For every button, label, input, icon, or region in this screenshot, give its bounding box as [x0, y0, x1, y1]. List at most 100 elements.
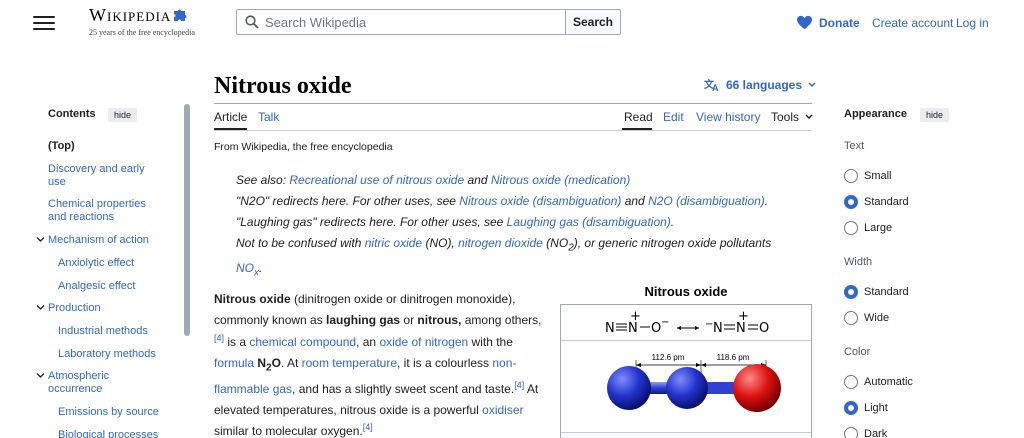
radio-text-small[interactable]: [844, 169, 858, 183]
tab-edit[interactable]: Edit: [663, 110, 684, 124]
hatnote-link[interactable]: Laughing gas (disambiguation): [507, 215, 671, 229]
article-link[interactable]: oxidiser: [482, 403, 523, 417]
infobox-structural-formula[interactable]: N N + O − − N N + O: [561, 305, 811, 341]
log-in-link[interactable]: Log in: [956, 16, 989, 30]
language-button[interactable]: 文A 66 languages: [704, 78, 816, 92]
radio-color-light[interactable]: [844, 401, 858, 415]
tab-read[interactable]: Read: [624, 110, 653, 124]
appearance-title: Appearance: [844, 108, 907, 120]
toc-item-top[interactable]: (Top): [48, 140, 75, 153]
infobox-ball-and-stick-model[interactable]: 112.6 pm 118.6 pm: [561, 342, 811, 432]
radio-text-large[interactable]: [844, 221, 858, 235]
radio-label: Wide: [864, 312, 890, 324]
hatnote-link[interactable]: Recreational use of nitrous oxide: [289, 173, 464, 187]
search-icon: [245, 15, 259, 29]
donate-link[interactable]: Donate: [796, 15, 860, 30]
reference-link[interactable]: [4]: [514, 380, 524, 390]
radio-color-dark[interactable]: [844, 427, 858, 438]
hamburger-icon: [33, 16, 55, 18]
toc-item-discovery[interactable]: Discovery and early use: [48, 163, 158, 189]
search-button[interactable]: Search: [565, 9, 621, 35]
radio-label: Small: [864, 170, 892, 182]
chevron-down-icon: [808, 82, 816, 88]
toc-hide-button[interactable]: hide: [108, 108, 138, 122]
article-link[interactable]: oxide of nitrogen: [379, 335, 468, 349]
radio-label: Large: [864, 222, 893, 234]
hatnote-link[interactable]: nitric oxide: [365, 236, 422, 250]
infobox-title: Nitrous oxide: [644, 284, 728, 299]
toc-item-emissions[interactable]: Emissions by source: [58, 406, 159, 419]
site-logo[interactable]: Wikipedia 25 years of the free encyclope…: [89, 5, 195, 37]
toc-item-chemical-properties[interactable]: Chemical properties and reactions: [48, 198, 158, 224]
radio-label: Standard: [864, 286, 909, 298]
chevron-down-icon[interactable]: [36, 371, 45, 380]
radio-width-wide[interactable]: [844, 311, 858, 325]
toc-scrollbar[interactable]: [184, 104, 190, 336]
appearance-hide-button[interactable]: hide: [920, 108, 950, 122]
nitrogen-atom: [607, 366, 651, 410]
svg-text:O: O: [651, 321, 661, 336]
radio-width-standard[interactable]: [844, 285, 858, 299]
article-link[interactable]: formula: [214, 356, 254, 370]
translate-icon: 文A: [704, 78, 719, 92]
toc-item-atmospheric[interactable]: Atmospheric occurrence: [48, 370, 138, 396]
toc-item-analgesic[interactable]: Analgesic effect: [58, 280, 135, 293]
toc-item-production[interactable]: Production: [48, 302, 101, 315]
resonance-structure-image: N N + O − − N N + O: [605, 309, 769, 336]
create-account-link[interactable]: Create account: [872, 16, 953, 30]
intro-paragraph: Nitrous oxide (dinitrogen oxide or dinit…: [214, 292, 542, 438]
toc-item-mechanism[interactable]: Mechanism of action: [48, 234, 149, 247]
tab-view-history[interactable]: View history: [696, 110, 760, 124]
chevron-down-icon: [805, 114, 813, 119]
hatnote-link[interactable]: N2O (disambiguation): [648, 194, 765, 208]
radio-label: Automatic: [864, 376, 913, 388]
width-heading: Width: [844, 256, 873, 268]
article-link[interactable]: room temperature: [302, 356, 397, 370]
radio-text-standard[interactable]: [844, 195, 858, 209]
radio-color-automatic[interactable]: [844, 375, 858, 389]
svg-text:−: −: [661, 317, 669, 328]
oxygen-atom: [733, 364, 781, 412]
hatnote: "Laughing gas" redirects here. For other…: [236, 215, 675, 229]
search-box: [236, 9, 566, 35]
molecule-image: 112.6 pm 118.6 pm: [607, 353, 781, 412]
hatnote-link[interactable]: nitrogen dioxide: [458, 236, 543, 250]
reference-link[interactable]: [4]: [363, 422, 373, 432]
svg-text:O: O: [759, 321, 769, 336]
tools-label: Tools: [771, 110, 800, 124]
hatnotes: See also: Recreational use of nitrous ox…: [236, 170, 816, 284]
svg-text:+: +: [738, 309, 749, 324]
logo-tagline: 25 years of the free encyclopedia: [89, 28, 195, 37]
appearance-panel: Appearance hide Text Small Standard Larg…: [844, 108, 994, 438]
radio-label: Light: [864, 402, 888, 414]
svg-text:A: A: [712, 83, 719, 92]
main-menu-button[interactable]: [33, 13, 55, 31]
tab-talk[interactable]: Talk: [258, 110, 279, 124]
heart-icon: [797, 15, 812, 30]
hatnote-link[interactable]: NOx: [236, 261, 259, 278]
reference-link[interactable]: [4]: [214, 333, 224, 343]
svg-text:N: N: [713, 321, 723, 336]
search-input[interactable]: [265, 12, 560, 32]
color-heading: Color: [844, 346, 871, 358]
chevron-down-icon[interactable]: [36, 235, 45, 244]
infobox-divider: [561, 432, 811, 433]
toc-item-anxiolytic[interactable]: Anxiolytic effect: [58, 257, 134, 270]
toc-item-biological[interactable]: Biological processes: [58, 429, 158, 438]
language-count: 66 languages: [726, 78, 803, 92]
table-of-contents: Contents hide (Top) Discovery and early …: [36, 108, 186, 438]
toc-item-industrial[interactable]: Industrial methods: [58, 325, 148, 338]
title-divider: [214, 103, 812, 104]
tab-article[interactable]: Article: [214, 110, 247, 124]
logo-wordmark: Wikipedia: [89, 5, 172, 25]
toc-item-laboratory[interactable]: Laboratory methods: [58, 348, 156, 361]
hatnote-link[interactable]: Nitrous oxide (disambiguation): [459, 194, 621, 208]
tools-menu[interactable]: Tools: [771, 110, 813, 124]
svg-text:N: N: [605, 321, 615, 336]
chevron-down-icon[interactable]: [36, 303, 45, 312]
article-link[interactable]: chemical compound: [249, 335, 356, 349]
hatnote-link[interactable]: Nitrous oxide (medication): [491, 173, 630, 187]
radio-label: Standard: [864, 196, 909, 208]
site-header: Wikipedia 25 years of the free encyclope…: [0, 0, 1024, 46]
site-subtitle: From Wikipedia, the free encyclopedia: [214, 141, 393, 153]
